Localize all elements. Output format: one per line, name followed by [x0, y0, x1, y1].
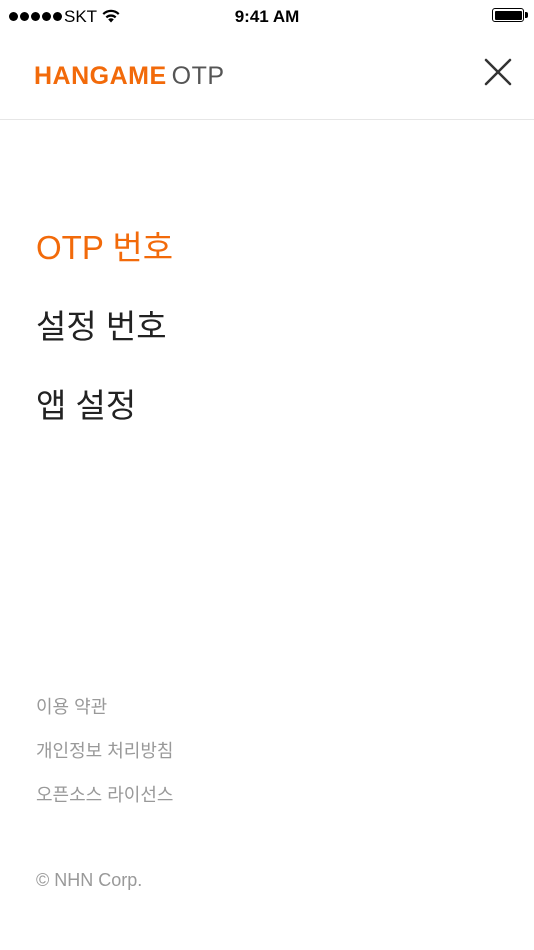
- privacy-policy-link[interactable]: 개인정보 처리방침: [36, 739, 173, 763]
- close-icon[interactable]: [480, 54, 516, 90]
- status-time: 9:41 AM: [234, 7, 300, 26]
- open-source-license-link[interactable]: 오픈소스 라이선스: [36, 783, 173, 807]
- app-header: HANGAME OTP: [0, 40, 534, 120]
- main-menu: OTP 번호 설정 번호 앱 설정: [36, 228, 173, 465]
- menu-item-setting-number[interactable]: 설정 번호: [36, 307, 173, 347]
- app-logo: HANGAME OTP: [34, 62, 225, 90]
- status-bar: SKT 9:41 AM: [0, 0, 534, 40]
- menu-item-app-settings[interactable]: 앱 설정: [36, 386, 173, 426]
- battery-icon: [492, 8, 528, 22]
- logo-brand: HANGAME: [34, 62, 167, 90]
- logo-product: OTP: [171, 62, 225, 90]
- footer-links: 이용 약관 개인정보 처리방침 오픈소스 라이선스: [36, 695, 173, 827]
- copyright-text: © NHN Corp.: [36, 870, 143, 890]
- terms-link[interactable]: 이용 약관: [36, 695, 173, 719]
- menu-item-otp-number[interactable]: OTP 번호: [36, 228, 173, 268]
